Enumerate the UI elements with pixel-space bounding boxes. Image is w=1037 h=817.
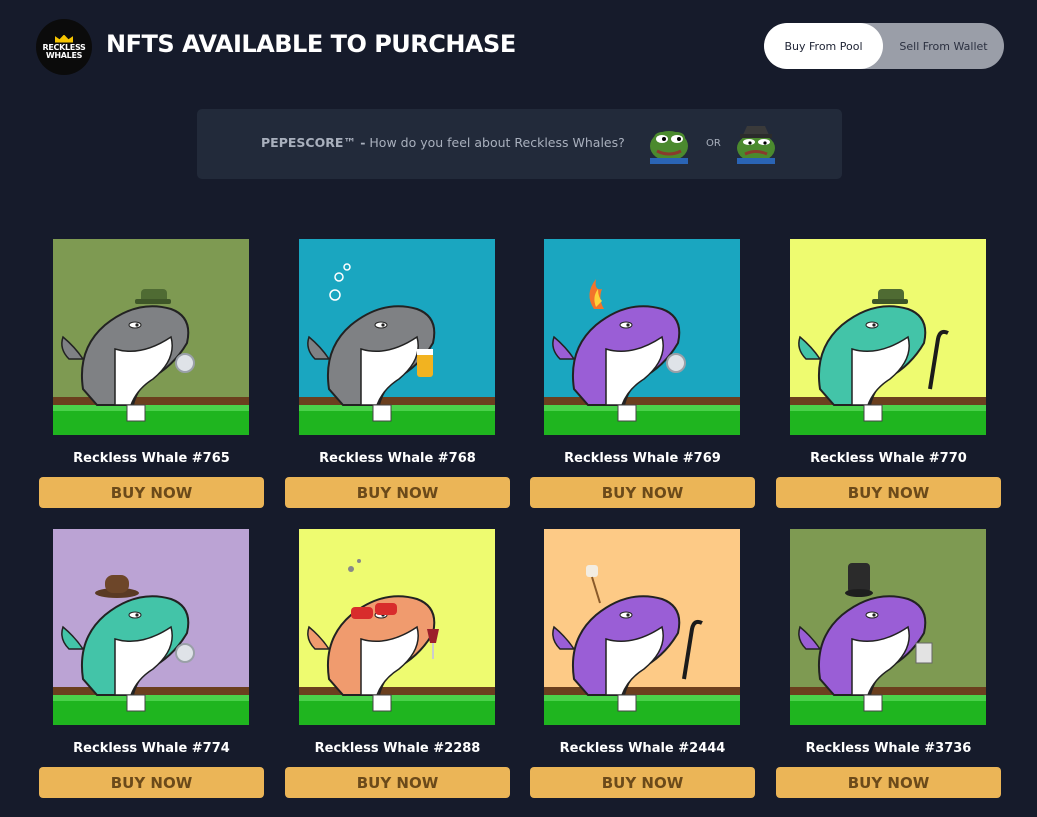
- crown-icon: [55, 34, 73, 43]
- buy-now-button[interactable]: BUY NOW: [530, 767, 755, 798]
- or-label: OR: [706, 138, 721, 149]
- pepescore-question: How do you feel about Reckless Whales?: [369, 135, 625, 150]
- nft-image[interactable]: [544, 239, 740, 435]
- buy-now-button[interactable]: BUY NOW: [776, 477, 1001, 508]
- buy-now-button[interactable]: BUY NOW: [285, 477, 510, 508]
- pepescore-prompt: PEPESCORE™ - How do you feel about Reckl…: [261, 135, 625, 150]
- sad-pepe-icon[interactable]: [735, 122, 777, 164]
- nft-name: Reckless Whale #770: [810, 451, 967, 466]
- nft-image[interactable]: [53, 529, 249, 725]
- buy-now-button[interactable]: BUY NOW: [39, 767, 264, 798]
- buy-now-button[interactable]: BUY NOW: [285, 767, 510, 798]
- nft-image[interactable]: [299, 529, 495, 725]
- nft-name: Reckless Whale #2444: [559, 741, 726, 756]
- nft-name: Reckless Whale #774: [73, 741, 230, 756]
- page-title: NFTS AVAILABLE TO PURCHASE: [106, 30, 516, 58]
- logo-text-line2: WHALES: [45, 50, 83, 60]
- pepescore-brand: PEPESCORE™ -: [261, 135, 366, 150]
- nft-name: Reckless Whale #3736: [805, 741, 972, 756]
- buy-from-pool-tab[interactable]: Buy From Pool: [764, 23, 883, 69]
- nft-name: Reckless Whale #2288: [314, 741, 481, 756]
- nft-image[interactable]: [790, 529, 986, 725]
- buy-sell-toggle[interactable]: Buy From Pool Sell From Wallet: [764, 23, 1004, 69]
- nft-image[interactable]: [299, 239, 495, 435]
- buy-now-button[interactable]: BUY NOW: [776, 767, 1001, 798]
- buy-now-button[interactable]: BUY NOW: [530, 477, 755, 508]
- nft-name: Reckless Whale #768: [319, 451, 476, 466]
- nft-image[interactable]: [53, 239, 249, 435]
- pepescore-panel: PEPESCORE™ - How do you feel about Reckl…: [197, 109, 842, 179]
- nft-name: Reckless Whale #765: [73, 451, 230, 466]
- nft-name: Reckless Whale #769: [564, 451, 721, 466]
- nft-purchase-page: RECKLESS WHALES NFTS AVAILABLE TO PURCHA…: [0, 0, 1037, 817]
- reckless-whales-logo[interactable]: RECKLESS WHALES: [36, 19, 92, 75]
- happy-pepe-icon[interactable]: [648, 122, 690, 164]
- buy-now-button[interactable]: BUY NOW: [39, 477, 264, 508]
- nft-image[interactable]: [790, 239, 986, 435]
- nft-image[interactable]: [544, 529, 740, 725]
- sell-from-wallet-tab[interactable]: Sell From Wallet: [883, 23, 1004, 69]
